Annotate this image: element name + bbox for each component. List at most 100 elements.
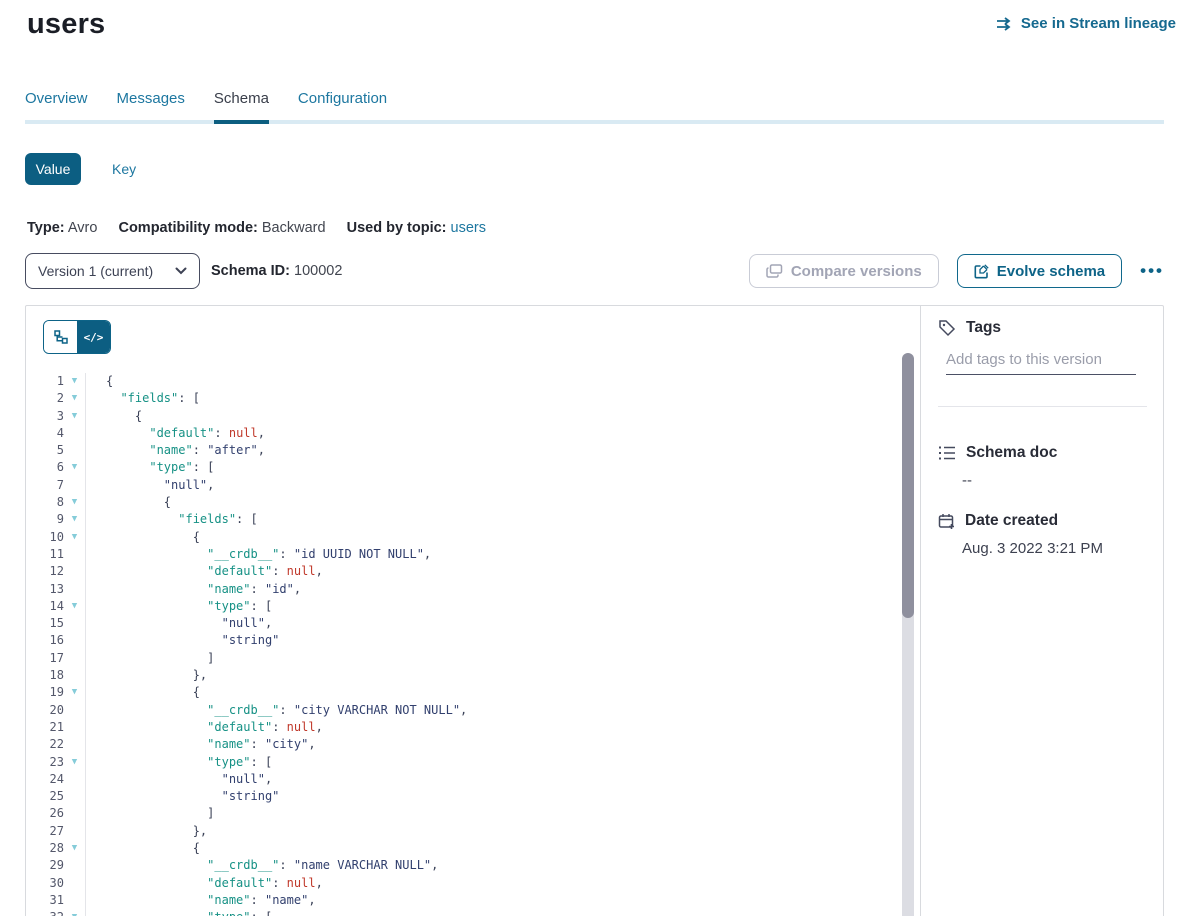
tab-schema[interactable]: Schema [214, 90, 269, 107]
code-text: { [85, 409, 142, 423]
compare-versions-label: Compare versions [791, 263, 922, 280]
fold-arrow-icon[interactable]: ▼ [64, 511, 85, 528]
schema-doc-value: -- [962, 472, 1147, 489]
compat-label: Compatibility mode: [118, 220, 257, 236]
code-text: "null", [85, 772, 272, 786]
code-text: }, [85, 668, 207, 682]
line-number: 9 [26, 511, 64, 528]
schema-id: Schema ID: 100002 [211, 253, 342, 289]
code-text: { [85, 530, 200, 544]
line-number: 2 [26, 390, 64, 407]
line-number: 18 [26, 667, 64, 684]
line-number: 6 [26, 459, 64, 476]
code-line: 31 "name": "name", [26, 892, 898, 909]
stream-lineage-link[interactable]: See in Stream lineage [996, 15, 1176, 32]
tab-bar: Overview Messages Schema Configuration [25, 90, 1164, 124]
tab-overview[interactable]: Overview [25, 90, 88, 107]
code-line: 7 "null", [26, 477, 898, 494]
fold-arrow-icon[interactable]: ▼ [64, 598, 85, 615]
code-text: "null", [85, 616, 272, 630]
line-number: 3 [26, 408, 64, 425]
code-text: "type": [ [85, 599, 272, 613]
code-line: 16 "string" [26, 632, 898, 649]
code-line: 21 "default": null, [26, 719, 898, 736]
line-number: 8 [26, 494, 64, 511]
fold-arrow-icon[interactable]: ▼ [64, 390, 85, 407]
code-text: { [85, 841, 200, 855]
line-number: 31 [26, 892, 64, 909]
tags-heading: Tags [966, 319, 1001, 337]
line-number: 30 [26, 875, 64, 892]
code-editor[interactable]: 1▼{2▼ "fields": [3▼ {4 "default": null,5… [26, 373, 898, 916]
fold-arrow-icon[interactable]: ▼ [64, 373, 85, 390]
compare-versions-icon [766, 264, 783, 279]
chevron-down-icon [175, 267, 187, 275]
type-value: Avro [68, 220, 98, 236]
code-text: "string" [85, 789, 279, 803]
version-bar: Version 1 (current) Schema ID: 100002 Co… [25, 253, 1164, 289]
code-text: "name": "name", [85, 893, 316, 907]
fold-arrow-icon[interactable]: ▼ [64, 494, 85, 511]
line-number: 26 [26, 805, 64, 822]
code-line: 25 "string" [26, 788, 898, 805]
version-select[interactable]: Version 1 (current) [25, 253, 200, 289]
code-line: 18 }, [26, 667, 898, 684]
code-text: "null", [85, 478, 214, 492]
schema-actions: Compare versions Evolve schema ••• [749, 254, 1164, 288]
code-text: "fields": [ [85, 512, 258, 526]
schema-doc-heading: Schema doc [966, 444, 1057, 462]
evolve-schema-button[interactable]: Evolve schema [957, 254, 1122, 288]
tree-view-button[interactable] [44, 321, 77, 353]
fold-arrow-icon[interactable]: ▼ [64, 529, 85, 546]
date-created-value: Aug. 3 2022 3:21 PM [962, 540, 1147, 557]
fold-arrow-icon[interactable]: ▼ [64, 684, 85, 701]
code-text: "fields": [ [85, 391, 200, 405]
value-tab-button[interactable]: Value [25, 153, 81, 185]
code-line: 26 ] [26, 805, 898, 822]
code-text: "__crdb__": "id UUID NOT NULL", [85, 547, 431, 561]
key-tab-button[interactable]: Key [112, 161, 136, 177]
code-text: "name": "id", [85, 582, 301, 596]
line-number: 10 [26, 529, 64, 546]
code-view-button[interactable]: </> [77, 321, 110, 353]
line-number: 32 [26, 909, 64, 916]
more-options-button[interactable]: ••• [1140, 254, 1164, 288]
fold-arrow-icon[interactable]: ▼ [64, 754, 85, 771]
line-number: 12 [26, 563, 64, 580]
editor-view-toggle: </> [43, 320, 111, 354]
value-key-toggle: Value Key [25, 153, 136, 185]
topic-label: Used by topic: [347, 220, 447, 236]
fold-arrow-icon[interactable]: ▼ [64, 408, 85, 425]
compare-versions-button[interactable]: Compare versions [749, 254, 939, 288]
code-line: 8▼ { [26, 494, 898, 511]
schema-panel: </> 1▼{2▼ "fields": [3▼ {4 "default": nu… [25, 305, 1164, 916]
code-text: "name": "city", [85, 737, 316, 751]
schema-id-label: Schema ID: [211, 263, 290, 279]
tab-messages[interactable]: Messages [117, 90, 185, 107]
tab-configuration[interactable]: Configuration [298, 90, 387, 107]
add-tags-input[interactable] [946, 349, 1136, 375]
line-number: 21 [26, 719, 64, 736]
line-number: 16 [26, 632, 64, 649]
code-line: 6▼ "type": [ [26, 459, 898, 476]
code-line: 11 "__crdb__": "id UUID NOT NULL", [26, 546, 898, 563]
code-line: 15 "null", [26, 615, 898, 632]
topic-link[interactable]: users [451, 220, 486, 236]
code-text: "default": null, [85, 876, 323, 890]
page-title: users [27, 8, 105, 41]
line-number: 22 [26, 736, 64, 753]
fold-arrow-icon[interactable]: ▼ [64, 459, 85, 476]
code-line: 22 "name": "city", [26, 736, 898, 753]
schema-page: users See in Stream lineage Overview Mes… [0, 0, 1189, 916]
code-line: 29 "__crdb__": "name VARCHAR NULL", [26, 857, 898, 874]
code-text: "__crdb__": "city VARCHAR NOT NULL", [85, 703, 467, 717]
compat-value: Backward [262, 220, 326, 236]
tag-icon [938, 319, 956, 337]
fold-arrow-icon[interactable]: ▼ [64, 909, 85, 916]
scrollbar-thumb[interactable] [902, 353, 914, 618]
line-number: 1 [26, 373, 64, 390]
scrollbar-track[interactable] [902, 353, 914, 916]
code-line: 32▼ "type": [ [26, 909, 898, 916]
line-number: 11 [26, 546, 64, 563]
fold-arrow-icon[interactable]: ▼ [64, 840, 85, 857]
